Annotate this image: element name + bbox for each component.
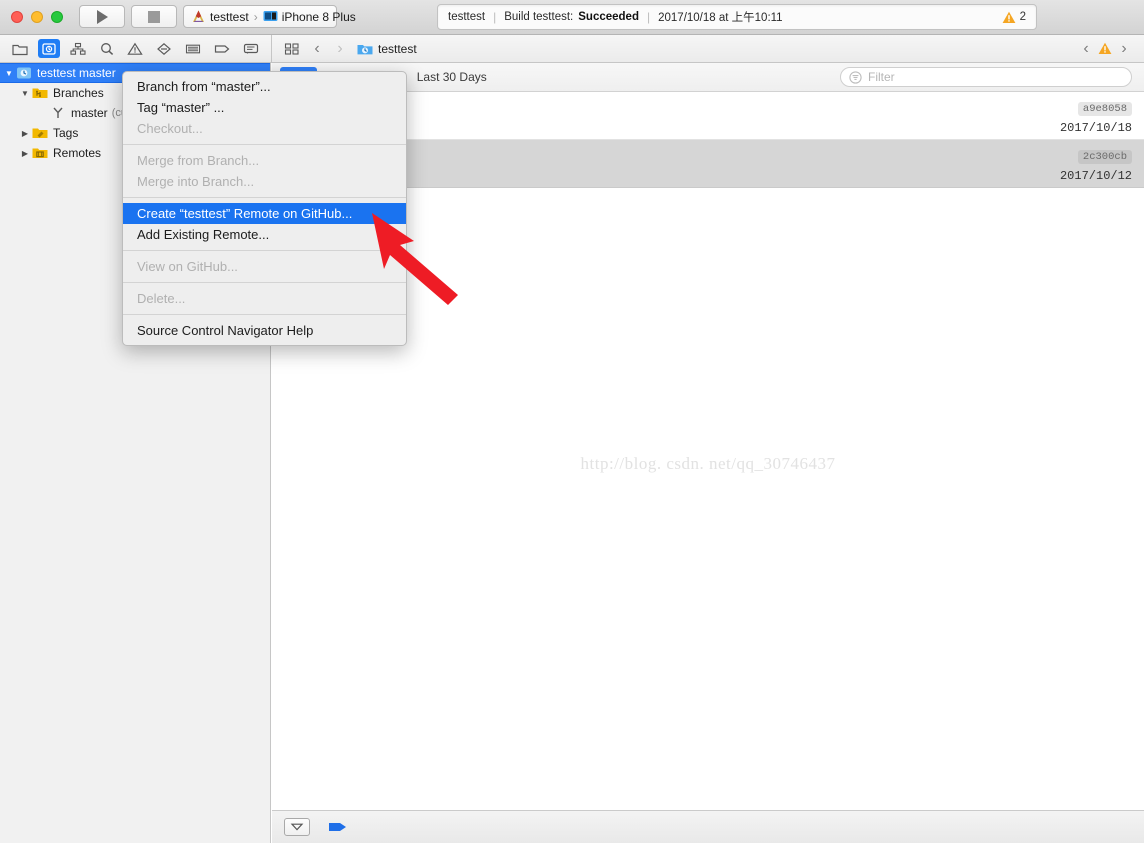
navigator-toolbar-row: ‹ › testtest ‹ ›	[0, 35, 1144, 63]
branch-tag-icon[interactable]	[328, 820, 348, 834]
jump-bar-back-button[interactable]: ‹	[307, 40, 327, 57]
disclosure-triangle-closed-icon[interactable]: ▶	[18, 149, 32, 158]
navigator-selector-bar	[0, 35, 271, 62]
disclosure-triangle-open-icon[interactable]: ▼	[18, 89, 32, 98]
menu-item-add-existing-remote[interactable]: Add Existing Remote...	[123, 224, 406, 245]
breadcrumb-label: testtest	[378, 41, 417, 56]
device-icon	[263, 10, 278, 23]
report-navigator-icon[interactable]	[240, 39, 262, 58]
project-navigator-icon[interactable]	[9, 39, 31, 58]
filter-dropdown-button[interactable]	[284, 818, 310, 836]
stop-icon	[148, 10, 160, 23]
menu-item-merge-from-branch: Merge from Branch...	[137, 153, 260, 168]
menu-item-checkout: Checkout...	[137, 121, 203, 136]
disclosure-triangle-open-icon[interactable]: ▼	[2, 69, 16, 78]
status-project: testtest	[448, 11, 486, 23]
xcode-scheme-icon	[191, 9, 206, 24]
sidebar-item-label: testtest master	[37, 66, 116, 80]
jump-bar-forward-button[interactable]: ›	[330, 40, 350, 57]
remotes-folder-icon	[32, 146, 48, 160]
sidebar-item-label: master	[71, 106, 108, 120]
branch-icon	[50, 106, 66, 120]
commit-meta: a9e8058 2017/10/18	[1060, 98, 1132, 135]
status-separator-1: |	[493, 10, 497, 24]
filter-icon	[849, 70, 862, 84]
stop-button[interactable]	[131, 5, 177, 28]
editor-forward-button[interactable]: ›	[1114, 40, 1134, 57]
debug-navigator-icon[interactable]	[182, 39, 204, 58]
menu-item-delete: Delete...	[137, 291, 186, 306]
status-bar: testtest | Build testtest: Succeeded | 2…	[437, 4, 1037, 30]
symbol-navigator-icon[interactable]	[67, 39, 89, 58]
menu-item-view-on-github: View on GitHub...	[137, 259, 238, 274]
menu-item-tag-master[interactable]: Tag “master” ...	[123, 97, 406, 118]
repository-icon	[16, 66, 32, 80]
warning-triangle-icon	[1002, 11, 1016, 24]
traffic-lights	[11, 11, 63, 23]
minimize-button[interactable]	[31, 11, 43, 23]
issue-navigator-icon[interactable]	[124, 39, 146, 58]
menu-item-branch-from-master[interactable]: Branch from “master”...	[123, 76, 406, 97]
test-navigator-icon[interactable]	[153, 39, 175, 58]
xcode-window: testtest › iPhone 8 Plus testtest | Buil…	[0, 0, 1144, 843]
menu-item-source-control-navigator-help[interactable]: Source Control Navigator Help	[123, 320, 406, 341]
menu-item-merge-into-branch: Merge into Branch...	[137, 174, 255, 189]
jump-bar: ‹ › testtest ‹ ›	[272, 35, 1144, 62]
status-separator-2: |	[646, 10, 651, 24]
source-control-navigator-icon[interactable]	[38, 39, 61, 58]
menu-separator	[123, 250, 406, 251]
scheme-separator: ›	[253, 9, 258, 24]
commit-hash: a9e8058	[1077, 102, 1132, 116]
source-control-context-menu: Branch from “master”... Tag “master” ...…	[122, 71, 407, 346]
source-control-folder-icon	[357, 42, 373, 56]
jump-bar-right-controls: ‹ ›	[1076, 40, 1144, 57]
editor-back-button[interactable]: ‹	[1076, 40, 1096, 57]
menu-separator	[123, 314, 406, 315]
menu-separator	[123, 144, 406, 145]
find-navigator-icon[interactable]	[96, 39, 118, 58]
sidebar-item-label: Tags	[53, 126, 79, 140]
status-build-result: Succeeded	[578, 11, 639, 23]
commit-date: 2017/10/12	[1059, 169, 1132, 183]
warning-triangle-icon[interactable]	[1098, 42, 1112, 55]
menu-separator	[123, 282, 406, 283]
sidebar-item-label: Branches	[53, 86, 104, 100]
close-button[interactable]	[11, 11, 23, 23]
window-toolbar: testtest › iPhone 8 Plus testtest | Buil…	[0, 0, 1144, 35]
scheme-destination-bar[interactable]: testtest › iPhone 8 Plus	[183, 5, 356, 28]
warning-count: 2	[1019, 11, 1026, 23]
filter-placeholder: Filter	[868, 70, 895, 84]
commit-meta: 2c300cb 2017/10/12	[1060, 146, 1132, 183]
branches-folder-icon	[32, 86, 48, 100]
related-items-icon[interactable]	[280, 39, 304, 59]
zoom-button[interactable]	[51, 11, 63, 23]
sidebar-item-label: Remotes	[53, 146, 102, 160]
menu-separator	[123, 197, 406, 198]
breadcrumb[interactable]: testtest	[357, 42, 417, 56]
tags-folder-icon	[32, 126, 48, 140]
commit-date: 2017/10/18	[1059, 121, 1132, 135]
filter-input[interactable]: Filter	[840, 67, 1132, 87]
status-timestamp: 2017/10/18 at 上午10:11	[658, 12, 783, 24]
disclosure-triangle-closed-icon[interactable]: ▶	[18, 129, 32, 138]
breakpoint-navigator-icon[interactable]	[211, 39, 233, 58]
status-build-label: Build testtest:	[504, 11, 574, 23]
destination-name: iPhone 8 Plus	[281, 9, 356, 24]
commit-hash: 2c300cb	[1077, 150, 1132, 164]
bottom-filter-bar	[272, 810, 1144, 843]
segment-last-30-days[interactable]: Last 30 Days	[405, 67, 499, 87]
watermark-text: http://blog. csdn. net/qq_30746437	[580, 454, 836, 473]
scheme-name: testtest	[210, 9, 249, 24]
menu-item-create-remote-on-github[interactable]: Create “testtest” Remote on GitHub...	[123, 203, 406, 224]
play-icon	[96, 9, 108, 24]
status-warning-badge[interactable]: 2	[1002, 11, 1026, 24]
run-button[interactable]	[79, 5, 125, 28]
